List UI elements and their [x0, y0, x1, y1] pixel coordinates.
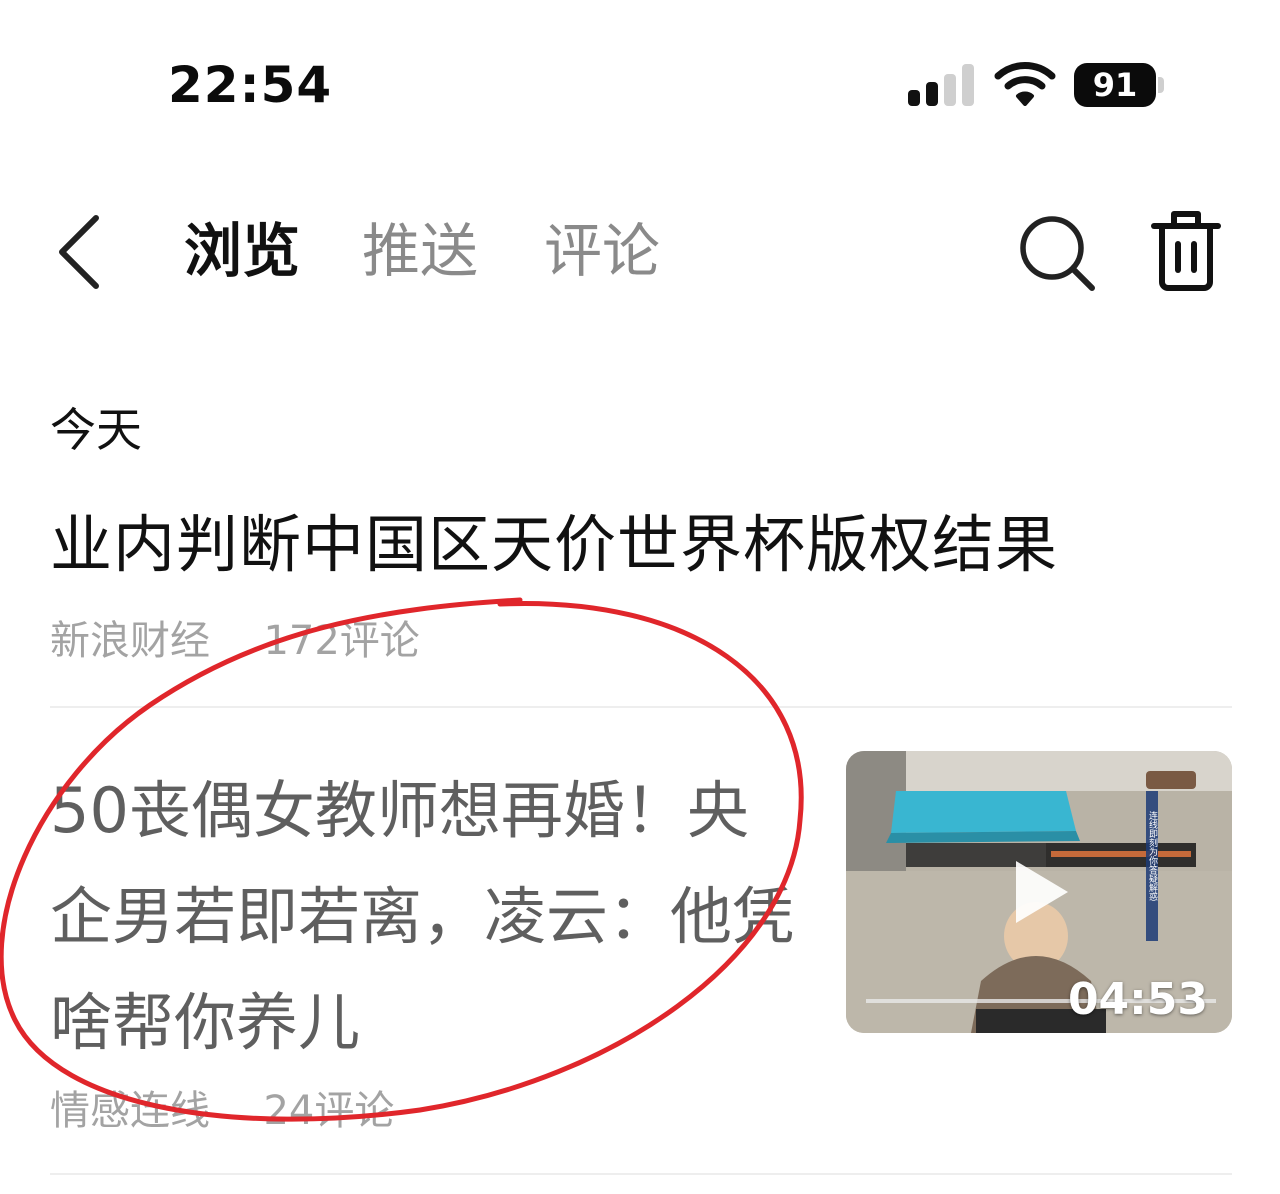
- divider: [50, 1173, 1232, 1175]
- news-headline[interactable]: 业内判断中国区天价世界杯版权结果: [50, 494, 1058, 584]
- tab-push[interactable]: 推送: [362, 216, 478, 286]
- news-comment-count: 172评论: [263, 618, 420, 664]
- tab-comments[interactable]: 评论: [544, 216, 660, 286]
- battery-level: 91: [1074, 63, 1156, 107]
- divider: [50, 706, 1232, 708]
- search-button[interactable]: [1018, 214, 1096, 292]
- search-icon: [1020, 216, 1095, 291]
- cellular-signal-icon: [908, 64, 978, 106]
- battery-icon: 91: [1074, 63, 1164, 107]
- news-headline[interactable]: 50丧偶女教师想再婚！央企男若即若离，凌云：他凭啥帮你养儿: [50, 758, 810, 1076]
- video-caption: 连线即刻为你答疑解惑: [1147, 810, 1158, 901]
- clear-history-button[interactable]: [1150, 208, 1222, 292]
- news-meta: 新浪财经 172评论: [50, 608, 420, 666]
- chevron-left-icon: [59, 215, 99, 289]
- news-comment-count: 24评论: [263, 1088, 395, 1134]
- back-button[interactable]: [54, 212, 106, 292]
- news-source: 新浪财经: [50, 618, 210, 664]
- video-thumbnail[interactable]: 连线即刻为你答疑解惑 04:53: [846, 751, 1232, 1033]
- trash-icon: [1151, 211, 1221, 291]
- tab-browse[interactable]: 浏览: [184, 216, 300, 286]
- video-duration: 04:53: [1067, 974, 1208, 1025]
- section-title-today: 今天: [50, 403, 142, 457]
- news-meta: 情感连线 24评论: [50, 1078, 394, 1136]
- wifi-icon: [994, 60, 1056, 106]
- tab-bar: 浏览 推送 评论: [184, 216, 726, 286]
- status-time: 22:54: [168, 56, 333, 114]
- news-source: 情感连线: [50, 1088, 210, 1134]
